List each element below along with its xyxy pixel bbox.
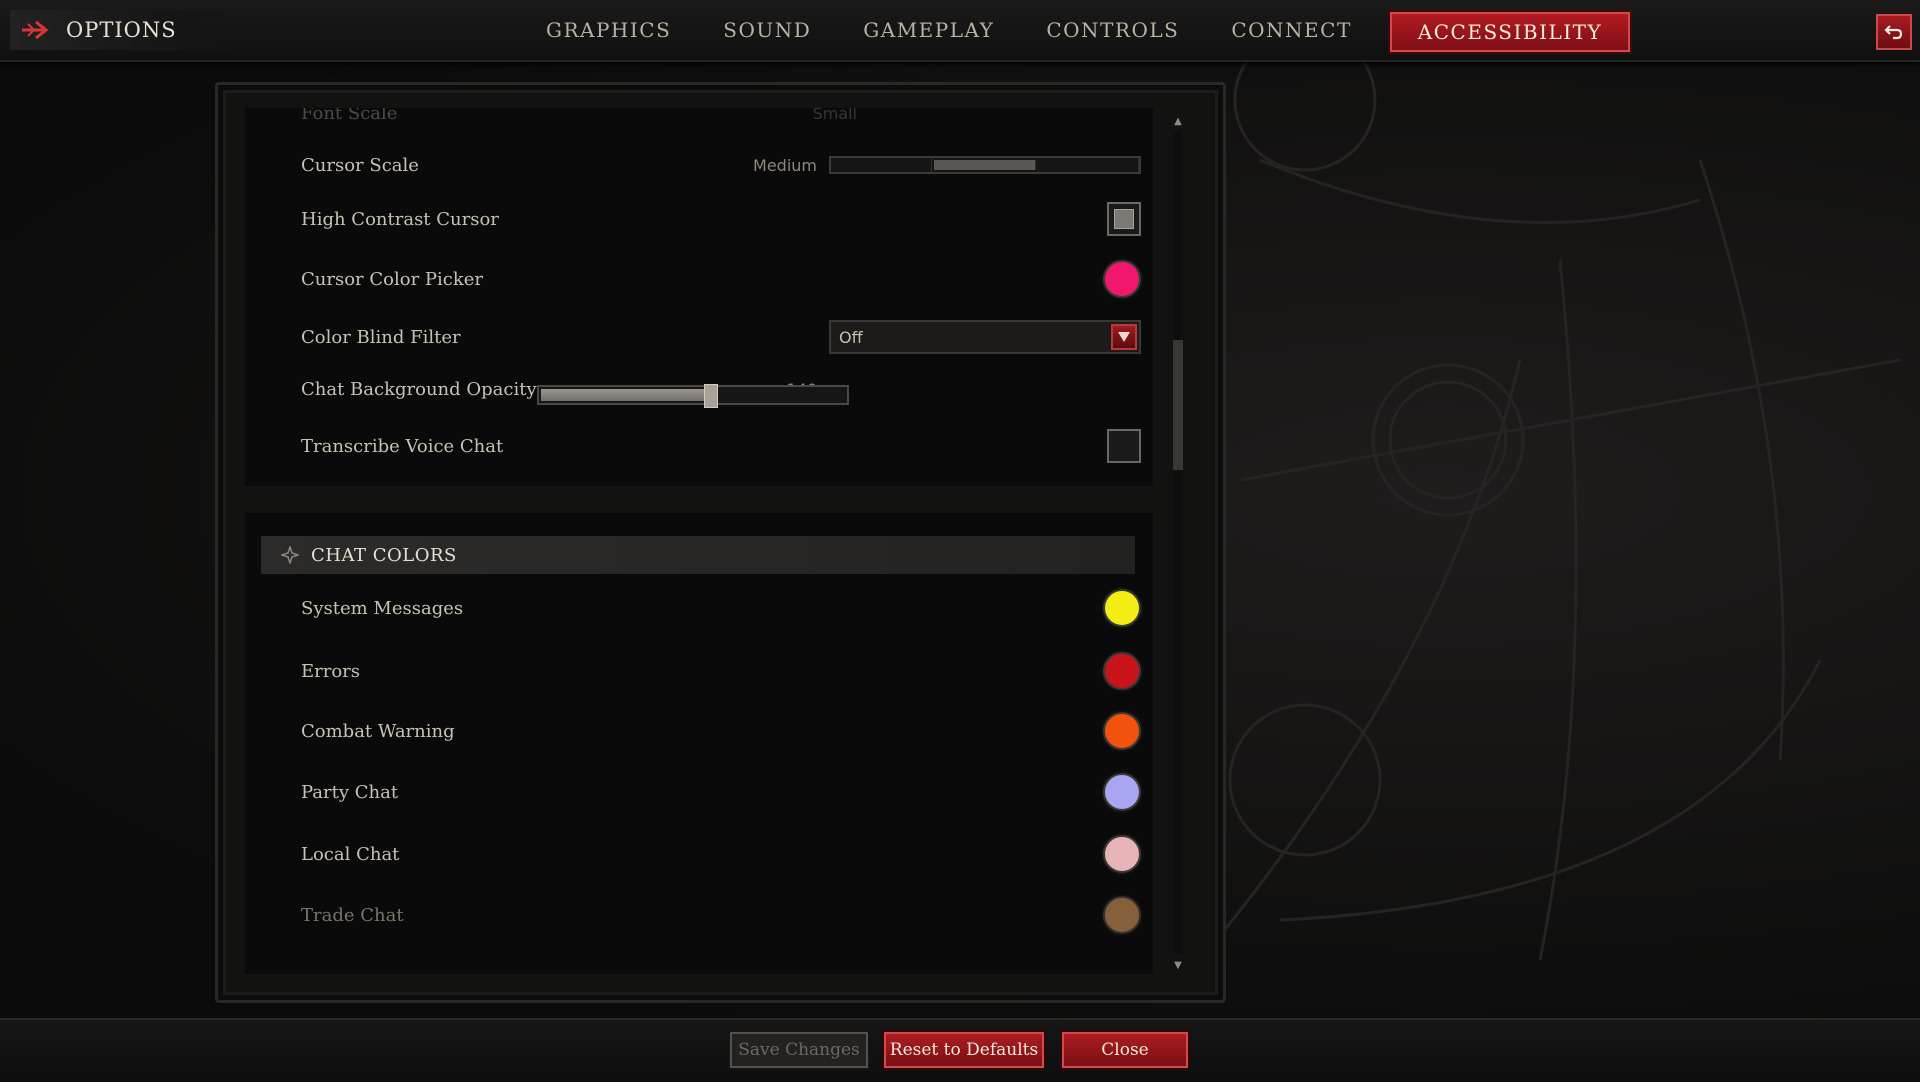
setting-label: Transcribe Voice Chat bbox=[301, 435, 504, 457]
options-panel[interactable]: Font Scale Small Cursor Scale Medium Hig… bbox=[245, 108, 1153, 974]
chat-colors-header: CHAT COLORS bbox=[261, 536, 1135, 574]
scroll-down-icon[interactable]: ▼ bbox=[1171, 958, 1185, 972]
setting-label: High Contrast Cursor bbox=[301, 208, 499, 230]
chat-color-label: Errors bbox=[301, 660, 361, 682]
arrow-icon bbox=[22, 20, 49, 40]
tab-connect[interactable]: CONNECT bbox=[1205, 12, 1377, 48]
options-header: OPTIONS bbox=[10, 10, 250, 50]
chat-color-row: Local Chat bbox=[301, 835, 1141, 873]
tab-gameplay[interactable]: GAMEPLAY bbox=[837, 12, 1020, 48]
scroll-up-icon[interactable]: ▲ bbox=[1171, 114, 1185, 128]
back-icon bbox=[1884, 25, 1903, 40]
check-mark bbox=[1114, 209, 1134, 229]
tab-bar: GRAPHICS SOUND GAMEPLAY CONTROLS CONNECT… bbox=[520, 12, 1631, 52]
segment-selected[interactable] bbox=[934, 160, 1036, 170]
reset-defaults-button[interactable]: Reset to Defaults bbox=[884, 1032, 1044, 1068]
page-title: OPTIONS bbox=[66, 18, 177, 42]
scroll-track[interactable] bbox=[1174, 132, 1182, 954]
accessibility-section: Font Scale Small Cursor Scale Medium Hig… bbox=[245, 108, 1153, 486]
slider-fill bbox=[540, 389, 710, 401]
setting-row-font-scale: Font Scale Small bbox=[301, 108, 1141, 128]
scroll-thumb[interactable] bbox=[1173, 340, 1183, 470]
chat-color-label: Local Chat bbox=[301, 843, 400, 865]
combat-warning-color-swatch[interactable] bbox=[1103, 712, 1141, 750]
segment[interactable] bbox=[831, 158, 933, 172]
close-button[interactable]: Close bbox=[1062, 1032, 1188, 1068]
top-bar: OPTIONS GRAPHICS SOUND GAMEPLAY CONTROLS… bbox=[0, 0, 1920, 62]
cursor-scale-selector[interactable] bbox=[829, 156, 1141, 174]
setting-label: Color Blind Filter bbox=[301, 326, 461, 348]
setting-row-cursor-scale: Cursor Scale Medium bbox=[301, 150, 1141, 180]
section-gem-icon bbox=[281, 546, 299, 564]
setting-label: Chat Background Opacity bbox=[301, 378, 537, 400]
setting-row-cursor-color: Cursor Color Picker bbox=[301, 260, 1141, 298]
setting-label: Font Scale bbox=[301, 108, 398, 124]
chat-color-row: System Messages bbox=[301, 589, 1141, 627]
segment[interactable] bbox=[1038, 158, 1139, 172]
panel-scrollbar[interactable]: ▲ ▼ bbox=[1171, 114, 1185, 972]
chat-color-row: Combat Warning bbox=[301, 712, 1141, 750]
chat-color-row: Party Chat bbox=[301, 773, 1141, 811]
setting-row-transcribe-voice-chat: Transcribe Voice Chat bbox=[301, 429, 1141, 463]
errors-color-swatch[interactable] bbox=[1103, 652, 1141, 690]
setting-label: Cursor Scale bbox=[301, 154, 419, 176]
chat-color-label: Party Chat bbox=[301, 781, 399, 803]
color-blind-filter-dropdown[interactable]: Off bbox=[829, 320, 1141, 354]
setting-row-chat-bg-opacity: Chat Background Opacity 140 bbox=[301, 374, 1141, 408]
dropdown-button[interactable] bbox=[1111, 324, 1137, 350]
chat-color-label: Trade Chat bbox=[301, 904, 404, 926]
setting-label: Cursor Color Picker bbox=[301, 268, 484, 290]
tab-controls[interactable]: CONTROLS bbox=[1020, 12, 1205, 48]
chat-color-label: System Messages bbox=[301, 597, 464, 619]
transcribe-voice-chat-checkbox[interactable] bbox=[1107, 429, 1141, 463]
back-button[interactable] bbox=[1876, 14, 1912, 50]
chat-color-label: Combat Warning bbox=[301, 720, 455, 742]
tab-accessibility[interactable]: ACCESSIBILITY bbox=[1389, 12, 1631, 52]
setting-row-color-blind-filter: Color Blind Filter Off bbox=[301, 320, 1141, 354]
save-changes-button[interactable]: Save Changes bbox=[730, 1032, 868, 1068]
tab-sound[interactable]: SOUND bbox=[697, 12, 837, 48]
chat-color-row: Errors bbox=[301, 652, 1141, 690]
setting-row-high-contrast-cursor: High Contrast Cursor bbox=[301, 202, 1141, 236]
font-scale-value: Small bbox=[812, 108, 857, 123]
party-chat-color-swatch[interactable] bbox=[1103, 773, 1141, 811]
system-messages-color-swatch[interactable] bbox=[1103, 589, 1141, 627]
bottom-bar: Save Changes Reset to Defaults Close bbox=[0, 1018, 1920, 1082]
dropdown-arrow-icon bbox=[1118, 332, 1130, 342]
cursor-scale-value: Medium bbox=[753, 155, 817, 175]
dropdown-value: Off bbox=[839, 327, 863, 347]
high-contrast-cursor-checkbox[interactable] bbox=[1107, 202, 1141, 236]
slider-thumb[interactable] bbox=[703, 384, 718, 408]
trade-chat-color-swatch[interactable] bbox=[1103, 896, 1141, 934]
local-chat-color-swatch[interactable] bbox=[1103, 835, 1141, 873]
chat-color-row: Trade Chat bbox=[301, 896, 1141, 934]
chat-bg-opacity-slider[interactable] bbox=[536, 384, 849, 408]
tab-graphics[interactable]: GRAPHICS bbox=[520, 12, 697, 48]
section-title: CHAT COLORS bbox=[311, 544, 457, 566]
cursor-color-swatch[interactable] bbox=[1103, 260, 1141, 298]
chat-colors-section: CHAT COLORS System Messages Errors Comba… bbox=[245, 513, 1153, 974]
